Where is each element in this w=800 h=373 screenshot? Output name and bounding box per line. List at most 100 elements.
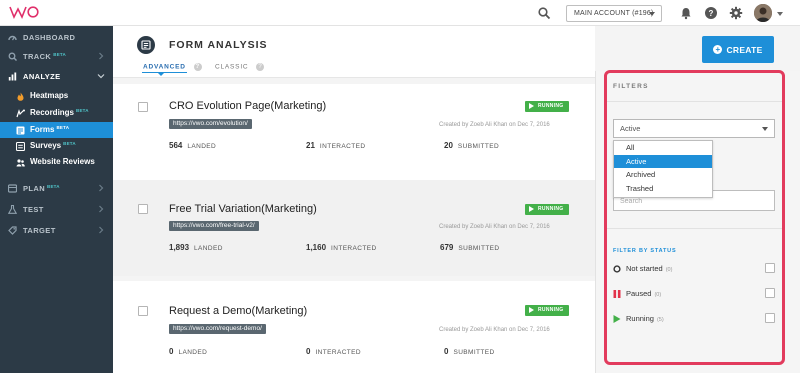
select-checkbox[interactable] <box>138 102 148 112</box>
sidebar-subitem-label: Website Reviews <box>30 157 95 166</box>
stat-label: LANDED <box>194 245 223 252</box>
help-icon[interactable]: ? <box>256 63 265 71</box>
stat-landed: 0 LANDED <box>169 347 207 356</box>
chevron-down-icon <box>649 12 655 16</box>
create-button[interactable]: + CREATE <box>702 36 774 63</box>
beta-badge: BETA <box>63 141 76 146</box>
page-header: FORM ANALYSIS ADVANCED? CLASSIC? <box>113 26 595 78</box>
stat-landed: 1,893 LANDED <box>169 243 223 252</box>
forms-icon <box>137 36 155 54</box>
plus-icon: + <box>713 45 723 54</box>
account-selector[interactable]: MAIN ACCOUNT (#196) <box>566 5 662 22</box>
form-title[interactable]: CRO Evolution Page(Marketing) <box>169 100 326 112</box>
stat-value: 0 <box>444 347 449 356</box>
url-tag: https://vwo.com/request-demo/ <box>169 324 266 334</box>
chevron-down-icon[interactable] <box>777 12 783 16</box>
stat-value: 21 <box>306 141 315 150</box>
surveys-icon <box>16 142 25 151</box>
status-badge[interactable]: RUNNING <box>525 101 569 112</box>
status-badge[interactable]: RUNNING <box>525 305 569 316</box>
stat-interacted: 0 INTERACTED <box>306 347 361 356</box>
gear-icon[interactable] <box>729 6 743 20</box>
select-checkbox[interactable] <box>138 204 148 214</box>
status-badge[interactable]: RUNNING <box>525 204 569 215</box>
tab-advanced[interactable]: ADVANCED? <box>143 63 202 71</box>
tab-label: ADVANCED <box>143 63 186 71</box>
status-label: RUNNING <box>538 103 564 109</box>
play-icon <box>529 206 534 212</box>
created-by: Created by Zoeb Ali Khan on Dec 7, 2016 <box>439 224 550 230</box>
help-icon[interactable]: ? <box>193 63 202 71</box>
select-checkbox[interactable] <box>138 306 148 316</box>
reviews-icon <box>16 159 25 167</box>
form-card[interactable]: Request a Demo(Marketing) https://vwo.co… <box>113 281 595 373</box>
chevron-right-icon <box>99 226 104 234</box>
sidebar-item-label: TRACK <box>23 52 52 61</box>
analyze-icon <box>8 72 17 81</box>
sidebar-subitem-heatmaps[interactable]: Heatmaps <box>0 88 113 104</box>
sidebar-subitem-label: Forms <box>30 125 55 134</box>
svg-text:?: ? <box>709 9 714 18</box>
stat-landed: 564 LANDED <box>169 141 216 150</box>
sidebar-subitem-website-reviews[interactable]: Website Reviews <box>0 154 113 170</box>
sidebar-item-label: TEST <box>23 205 44 214</box>
sidebar-item-track[interactable]: TRACK BETA <box>0 47 113 65</box>
sidebar-item-target[interactable]: TARGET <box>0 221 113 239</box>
help-icon[interactable]: ? <box>704 6 718 20</box>
url-tag: https://vwo.com/free-trial-v2/ <box>169 221 259 231</box>
stat-interacted: 21 INTERACTED <box>306 141 365 150</box>
stat-value: 679 <box>440 243 454 252</box>
chevron-down-icon <box>97 74 105 79</box>
stat-value: 564 <box>169 141 183 150</box>
stat-label: LANDED <box>178 349 208 356</box>
stat-submitted: 679 SUBMITTED <box>440 243 500 252</box>
stat-interacted: 1,160 INTERACTED <box>306 243 377 252</box>
status-label: RUNNING <box>538 307 564 313</box>
active-tab-pointer <box>157 72 165 76</box>
form-card[interactable]: Free Trial Variation(Marketing) https://… <box>113 180 595 276</box>
sidebar-subitem-label: Surveys <box>30 141 62 150</box>
created-by: Created by Zoeb Ali Khan on Dec 7, 2016 <box>439 122 550 128</box>
stat-submitted: 20 SUBMITTED <box>444 141 499 150</box>
plan-icon <box>8 184 17 193</box>
sidebar-subitem-surveys[interactable]: Surveys BETA <box>0 138 113 154</box>
stat-value: 1,160 <box>306 243 327 252</box>
form-card[interactable]: CRO Evolution Page(Marketing) https://vw… <box>113 84 595 180</box>
search-icon[interactable] <box>538 7 551 20</box>
top-bar: MAIN ACCOUNT (#196) ? <box>0 0 800 26</box>
stat-submitted: 0 SUBMITTED <box>444 347 495 356</box>
sidebar-subitem-forms[interactable]: Forms BETA <box>0 122 113 138</box>
sidebar-subitem-label: Recordings <box>30 108 75 117</box>
forms-icon <box>16 126 25 135</box>
sidebar-item-test[interactable]: TEST <box>0 200 113 218</box>
filters-highlight-outline <box>604 70 785 365</box>
flame-icon <box>17 92 24 101</box>
stat-label: SUBMITTED <box>457 143 500 150</box>
sidebar: DASHBOARD TRACK BETA ANALYZE Heatmaps Rec… <box>0 26 113 373</box>
sidebar-item-dashboard[interactable]: DASHBOARD <box>0 28 113 46</box>
chevron-right-icon <box>99 52 104 60</box>
play-icon <box>529 307 534 313</box>
vwo-logo[interactable] <box>9 5 41 24</box>
tab-classic[interactable]: CLASSIC? <box>215 63 265 71</box>
avatar[interactable] <box>754 4 772 22</box>
chevron-right-icon <box>99 205 104 213</box>
form-title[interactable]: Request a Demo(Marketing) <box>169 305 307 317</box>
sidebar-subitem-recordings[interactable]: Recordings BETA <box>0 105 113 121</box>
beta-badge: BETA <box>47 184 60 189</box>
stat-label: INTERACTED <box>315 349 361 356</box>
play-icon <box>529 103 534 109</box>
test-icon <box>8 205 17 214</box>
bell-icon[interactable] <box>679 6 693 20</box>
sidebar-item-label: PLAN <box>23 184 46 193</box>
sidebar-item-label: TARGET <box>23 226 56 235</box>
sidebar-item-plan[interactable]: PLAN BETA <box>0 179 113 197</box>
sidebar-item-analyze[interactable]: ANALYZE <box>0 67 113 85</box>
beta-badge: BETA <box>76 108 89 113</box>
page-title: FORM ANALYSIS <box>169 39 268 51</box>
stat-label: LANDED <box>187 143 217 150</box>
form-title[interactable]: Free Trial Variation(Marketing) <box>169 203 317 215</box>
stat-value: 0 <box>306 347 311 356</box>
dashboard-icon <box>8 35 17 41</box>
url-tag: https://vwo.com/evolution/ <box>169 119 252 129</box>
